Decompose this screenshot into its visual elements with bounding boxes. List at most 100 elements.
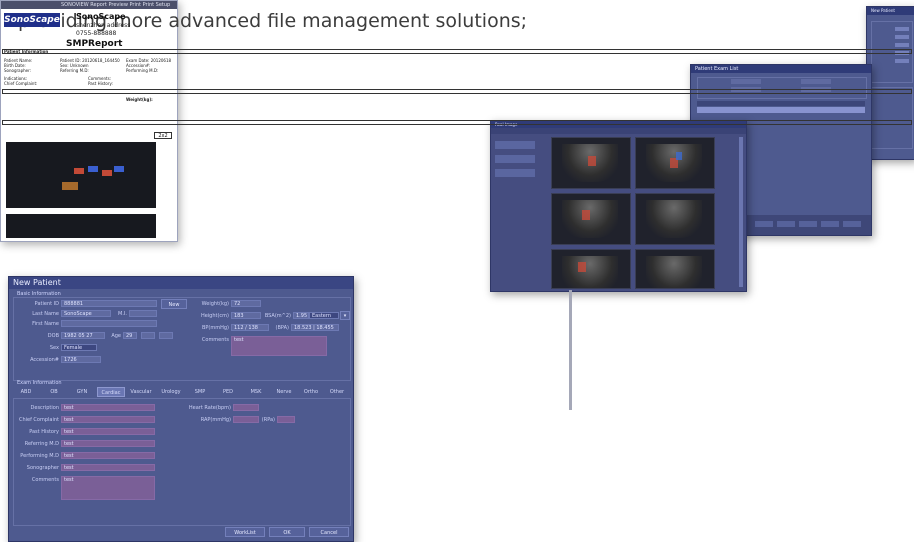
side-button[interactable] [495,169,535,177]
first-name-field[interactable] [61,320,157,327]
bpa-label: (BPA) [275,325,289,331]
side-button[interactable] [495,155,535,163]
heart-rate-field[interactable] [233,404,259,411]
exam-info-panel [871,87,913,149]
section-bar [2,89,912,94]
sonographer-label: Sonographer [26,465,59,471]
tab-smp[interactable]: SMP [187,387,213,397]
tab-urology[interactable]: Urology [157,387,185,397]
image-review-window: Real Image [490,120,747,292]
company-address: shenzhen address [76,22,131,29]
image-thumbnail[interactable] [635,137,715,189]
search-field[interactable] [731,79,761,84]
report-title: SMPReport [66,39,123,49]
bsa-field[interactable]: 1.95 [293,312,309,319]
bsa-label: BSA(m^2) [264,313,291,319]
side-button[interactable] [495,141,535,149]
referring-label: Referring M.D: [60,68,89,73]
image-thumbnail[interactable] [635,193,715,245]
comments-label: Comments [201,337,229,343]
field[interactable] [895,59,909,63]
tab-ortho[interactable]: Ortho [299,387,323,397]
tab-msk[interactable]: MSK [243,387,269,397]
new-patient-window: New Patient Basic Information Patient ID… [8,276,354,542]
height-field[interactable]: 183 [231,312,261,319]
patient-id-field[interactable]: 888881 [61,300,157,307]
age-label: Age [111,333,121,339]
button[interactable] [777,221,795,227]
ok-button[interactable]: OK [269,527,305,537]
bsa-method-select[interactable]: Eastern [309,312,339,319]
weight-label: Weight(kg) [201,301,229,307]
worklist-button[interactable]: WorkList [225,527,265,537]
layout-selector[interactable]: 2x2 [154,132,172,139]
chevron-down-icon[interactable]: ▾ [340,311,350,320]
chief-complaint-label: Chief Complaint [18,417,59,423]
age-day-field[interactable] [159,332,173,339]
description-label: Description [30,405,59,411]
age-field[interactable]: 29 [123,332,137,339]
past-history-label: Past History: [88,81,113,86]
scrollbar[interactable] [739,137,743,287]
performing-field[interactable]: test [61,452,155,459]
sex-select[interactable]: Female [61,344,97,351]
sex-label: Sex [49,345,59,351]
tab-ped[interactable]: PED [215,387,241,397]
tab-other[interactable]: Other [325,387,349,397]
sonographer-label: Sonographer: [4,68,32,73]
accession-field[interactable]: 1726 [61,356,101,363]
button[interactable] [755,221,773,227]
search-field[interactable] [801,79,831,84]
age-month-field[interactable] [141,332,155,339]
window-title: Patient Exam List [691,65,871,73]
weight-label: Weight(kg): [126,97,153,102]
company-name: SonoScape [76,12,126,21]
referring-field[interactable]: test [61,440,155,447]
past-history-label: Past History [29,429,59,435]
tab-vascular[interactable]: Vascular [127,387,155,397]
tab-nerve[interactable]: Nerve [271,387,297,397]
bp-field[interactable]: 112 / 138 [231,324,269,331]
image-thumbnail[interactable] [551,193,631,245]
weight-field[interactable]: 72 [231,300,261,307]
rpa-field[interactable] [277,416,295,423]
company-phone: 0755-888888 [76,30,117,37]
tab-gyn[interactable]: GYN [69,387,95,397]
field[interactable] [895,27,909,31]
chief-complaint-field[interactable]: test [61,416,155,423]
description-field[interactable]: test [61,404,155,411]
dob-field[interactable]: 1982 05 27 [61,332,105,339]
past-history-field[interactable]: test [61,428,155,435]
new-button[interactable]: New [161,299,187,309]
bpa-field[interactable]: 18.523 | 18.455 [291,324,339,331]
tab-cardiac[interactable]: Cardiac [97,387,125,397]
mi-label: M.I. [118,311,127,317]
image-thumbnail[interactable] [551,249,631,289]
rap-field[interactable] [233,416,259,423]
accession-label: Accession# [30,357,59,363]
button[interactable] [821,221,839,227]
field[interactable] [895,35,909,39]
last-name-field[interactable]: SonoScape [61,310,111,317]
button[interactable] [799,221,817,227]
company-logo: SonoScape [4,13,60,27]
comments-field[interactable]: test [231,336,327,356]
report-ultrasound-image [6,142,156,208]
patient-id-label: Patient ID [34,301,59,307]
exam-comments-field[interactable]: test [61,476,155,500]
mi-field[interactable] [129,310,157,317]
table-row[interactable] [697,107,865,113]
tab-abd[interactable]: ABD [13,387,39,397]
button[interactable] [843,221,861,227]
rpa-label: (RPa) [261,417,275,423]
heart-rate-label: Heart Rate(bpm) [188,405,231,411]
image-thumbnail[interactable] [635,249,715,289]
cancel-button[interactable]: Cancel [309,527,349,537]
section-bar [2,120,912,125]
tab-ob[interactable]: OB [41,387,67,397]
field[interactable] [895,43,909,47]
image-thumbnail[interactable] [551,137,631,189]
sonographer-field[interactable]: test [61,464,155,471]
referring-label: Referring M.D [24,441,59,447]
window-title: New Patient [867,7,914,15]
